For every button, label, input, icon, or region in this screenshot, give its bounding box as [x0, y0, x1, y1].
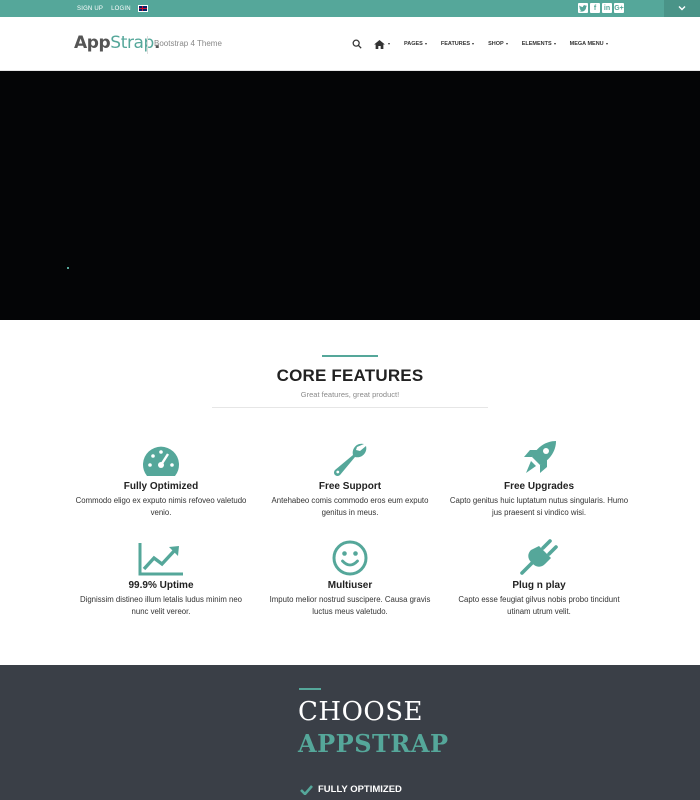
nav-label: SHOP — [488, 41, 504, 47]
chevron-down-icon — [505, 43, 508, 45]
feature-text: Imputo melior nostrud suscipere. Causa g… — [269, 595, 431, 616]
hero-slider — [0, 71, 700, 320]
feature-text: Dignissim distineo illum letalis ludus m… — [79, 595, 243, 616]
choose-accent-line — [299, 688, 321, 690]
speedometer-icon — [143, 446, 179, 476]
home-icon — [374, 39, 385, 49]
facebook-icon[interactable]: f — [590, 3, 600, 13]
smiley-icon — [332, 540, 368, 576]
tagline: Bootstrap 4 Theme — [154, 39, 222, 48]
feature-fully-optimized: Fully Optimized Commodo eligo ex exputo … — [71, 439, 251, 519]
chevron-down-icon — [553, 43, 556, 45]
chevron-down-icon — [605, 43, 608, 45]
choose-list-item: FULLY OPTIMIZED — [300, 784, 402, 795]
linkedin-icon[interactable]: in — [602, 3, 612, 13]
feature-plug-n-play: Plug n play Capto esse feugiat gilvus no… — [449, 538, 629, 618]
nav-elements[interactable]: ELEMENTS — [522, 41, 556, 47]
hero-indicator — [67, 267, 69, 269]
login-link[interactable]: LOGIN — [111, 6, 131, 12]
site-header: AppStrap. Bootstrap 4 Theme PAGES FEATUR… — [0, 17, 700, 71]
nav-home[interactable] — [374, 39, 390, 49]
rocket-icon — [524, 441, 556, 473]
feature-uptime: 99.9% Uptime Dignissim distineo illum le… — [71, 538, 251, 618]
checkmark-icon — [300, 784, 313, 795]
feature-title: Free Upgrades — [503, 481, 575, 492]
feature-free-support: Free Support Antehabeo comis commodo ero… — [260, 439, 440, 519]
section-title: CORE FEATURES — [276, 366, 424, 385]
google-plus-icon[interactable]: G+ — [614, 3, 624, 13]
section-accent-line — [322, 355, 378, 357]
feature-text: Capto esse feugiat gilvus nobis probo ti… — [458, 595, 620, 616]
nav-label: FEATURES — [440, 41, 471, 47]
logo-app: App — [74, 33, 111, 53]
nav-label: ELEMENTS — [521, 41, 552, 47]
nav-label: PAGES — [404, 41, 423, 47]
feature-text: Capto genitus huic luptatum nutus singul… — [449, 496, 629, 517]
wrench-icon — [333, 443, 367, 477]
feature-title: Plug n play — [512, 580, 566, 591]
feature-multiuser: Multiuser Imputo melior nostrud susciper… — [260, 538, 440, 618]
feature-free-upgrades: Free Upgrades Capto genitus huic luptatu… — [449, 439, 629, 519]
chevron-down-icon — [424, 43, 427, 45]
choose-heading-line2: APPSTRAP — [298, 729, 449, 758]
search-icon[interactable] — [352, 39, 362, 49]
signup-link[interactable]: SIGN UP — [77, 6, 103, 12]
nav-pages[interactable]: PAGES — [404, 41, 427, 47]
nav-mega-menu[interactable]: MEGA MENU — [570, 41, 608, 47]
nav-features[interactable]: FEATURES — [440, 41, 475, 47]
account-links: SIGN UP LOGIN — [77, 0, 148, 17]
chevron-down-icon — [678, 6, 686, 11]
feature-title: Free Support — [318, 481, 382, 492]
top-bar: SIGN UP LOGIN f in G+ — [0, 0, 700, 17]
feature-title: Multiuser — [327, 580, 373, 591]
logo-divider — [147, 36, 148, 54]
nav-label: MEGA MENU — [569, 41, 604, 47]
choose-list-label: FULLY OPTIMIZED — [318, 784, 402, 795]
feature-text: Commodo eligo ex exputo nimis refoveo va… — [75, 496, 247, 517]
twitter-icon[interactable] — [578, 3, 588, 13]
core-features-section: CORE FEATURES Great features, great prod… — [0, 320, 700, 665]
feature-title: 99.9% Uptime — [128, 580, 194, 591]
choose-heading-line1: CHOOSE — [298, 697, 423, 727]
plug-icon — [520, 539, 558, 575]
main-nav: PAGES FEATURES SHOP ELEMENTS MEGA MENU — [352, 37, 622, 51]
section-divider — [212, 407, 488, 408]
nav-shop[interactable]: SHOP — [488, 41, 508, 47]
feature-title: Fully Optimized — [123, 481, 199, 492]
feature-text: Antehabeo comis commodo eros eum exputo … — [271, 496, 429, 517]
chevron-down-icon — [472, 43, 475, 45]
choose-section: CHOOSE APPSTRAP FULLY OPTIMIZED — [0, 665, 700, 800]
social-links: f in G+ — [578, 3, 624, 13]
section-subtitle: Great features, great product! — [300, 390, 400, 399]
uk-flag-icon[interactable] — [137, 5, 148, 12]
topbar-toggle[interactable] — [664, 0, 700, 17]
chevron-down-icon — [388, 43, 390, 45]
trend-chart-icon — [138, 543, 183, 576]
